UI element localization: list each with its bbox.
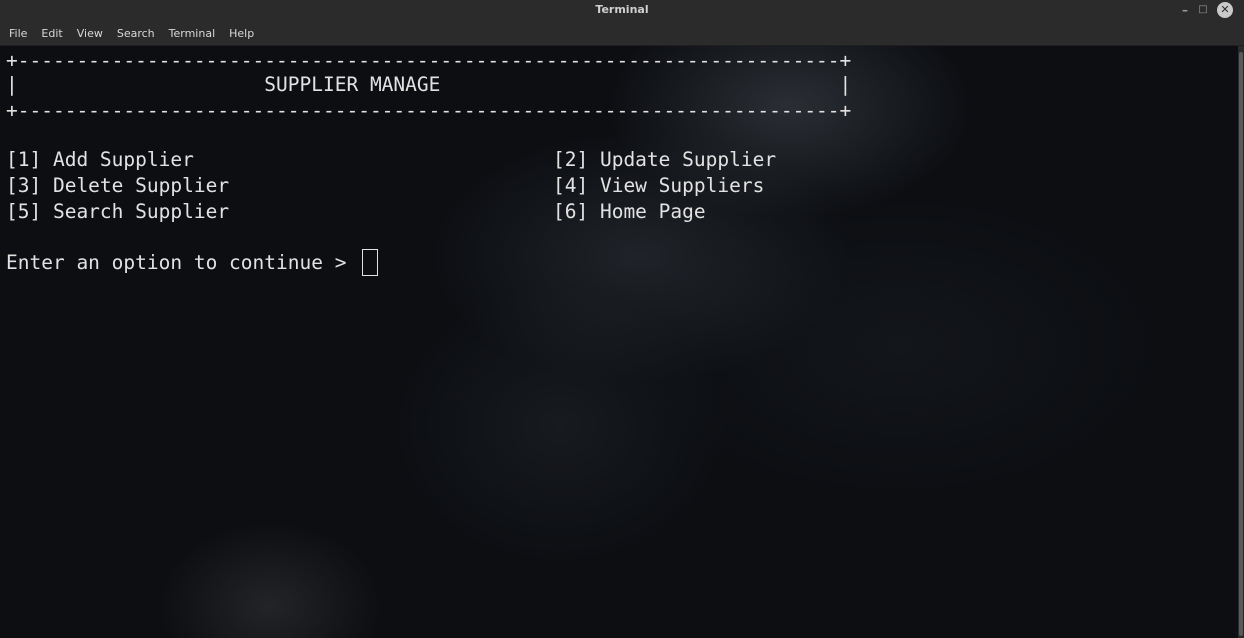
option-search-supplier: [5] Search Supplier <box>6 200 230 223</box>
text-cursor[interactable] <box>362 249 379 276</box>
terminal-window: Terminal – □ ✕ File Edit View Search Ter… <box>0 0 1244 638</box>
header-title-line: | SUPPLIER MANAGE | <box>6 73 852 96</box>
option-delete-supplier: [3] Delete Supplier <box>6 174 230 197</box>
scrollbar-thumb[interactable] <box>1239 52 1243 636</box>
title-bar[interactable]: Terminal – □ ✕ <box>0 0 1244 21</box>
option-add-supplier: [1] Add Supplier <box>6 148 194 171</box>
terminal-output[interactable]: +---------------------------------------… <box>0 46 1238 638</box>
menu-terminal[interactable]: Terminal <box>169 27 216 40</box>
option-update-supplier: [2] Update Supplier <box>553 148 777 171</box>
header-border-bottom: +---------------------------------------… <box>6 99 852 122</box>
scrollbar[interactable] <box>1238 46 1244 638</box>
menu-search[interactable]: Search <box>117 27 155 40</box>
menu-bar: File Edit View Search Terminal Help <box>0 21 1244 46</box>
close-icon[interactable]: ✕ <box>1217 2 1233 18</box>
menu-help[interactable]: Help <box>229 27 254 40</box>
option-home-page: [6] Home Page <box>553 200 706 223</box>
option-view-suppliers: [4] View Suppliers <box>553 174 765 197</box>
menu-edit[interactable]: Edit <box>41 27 62 40</box>
maximize-icon[interactable]: □ <box>1196 2 1210 18</box>
header-border-top: +---------------------------------------… <box>6 49 852 72</box>
menu-view[interactable]: View <box>77 27 103 40</box>
window-title: Terminal <box>595 3 649 16</box>
prompt-text: Enter an option to continue > <box>6 251 359 274</box>
input-prompt-line[interactable]: Enter an option to continue > <box>6 249 379 276</box>
minimize-icon[interactable]: – <box>1178 2 1192 18</box>
menu-file[interactable]: File <box>9 27 27 40</box>
